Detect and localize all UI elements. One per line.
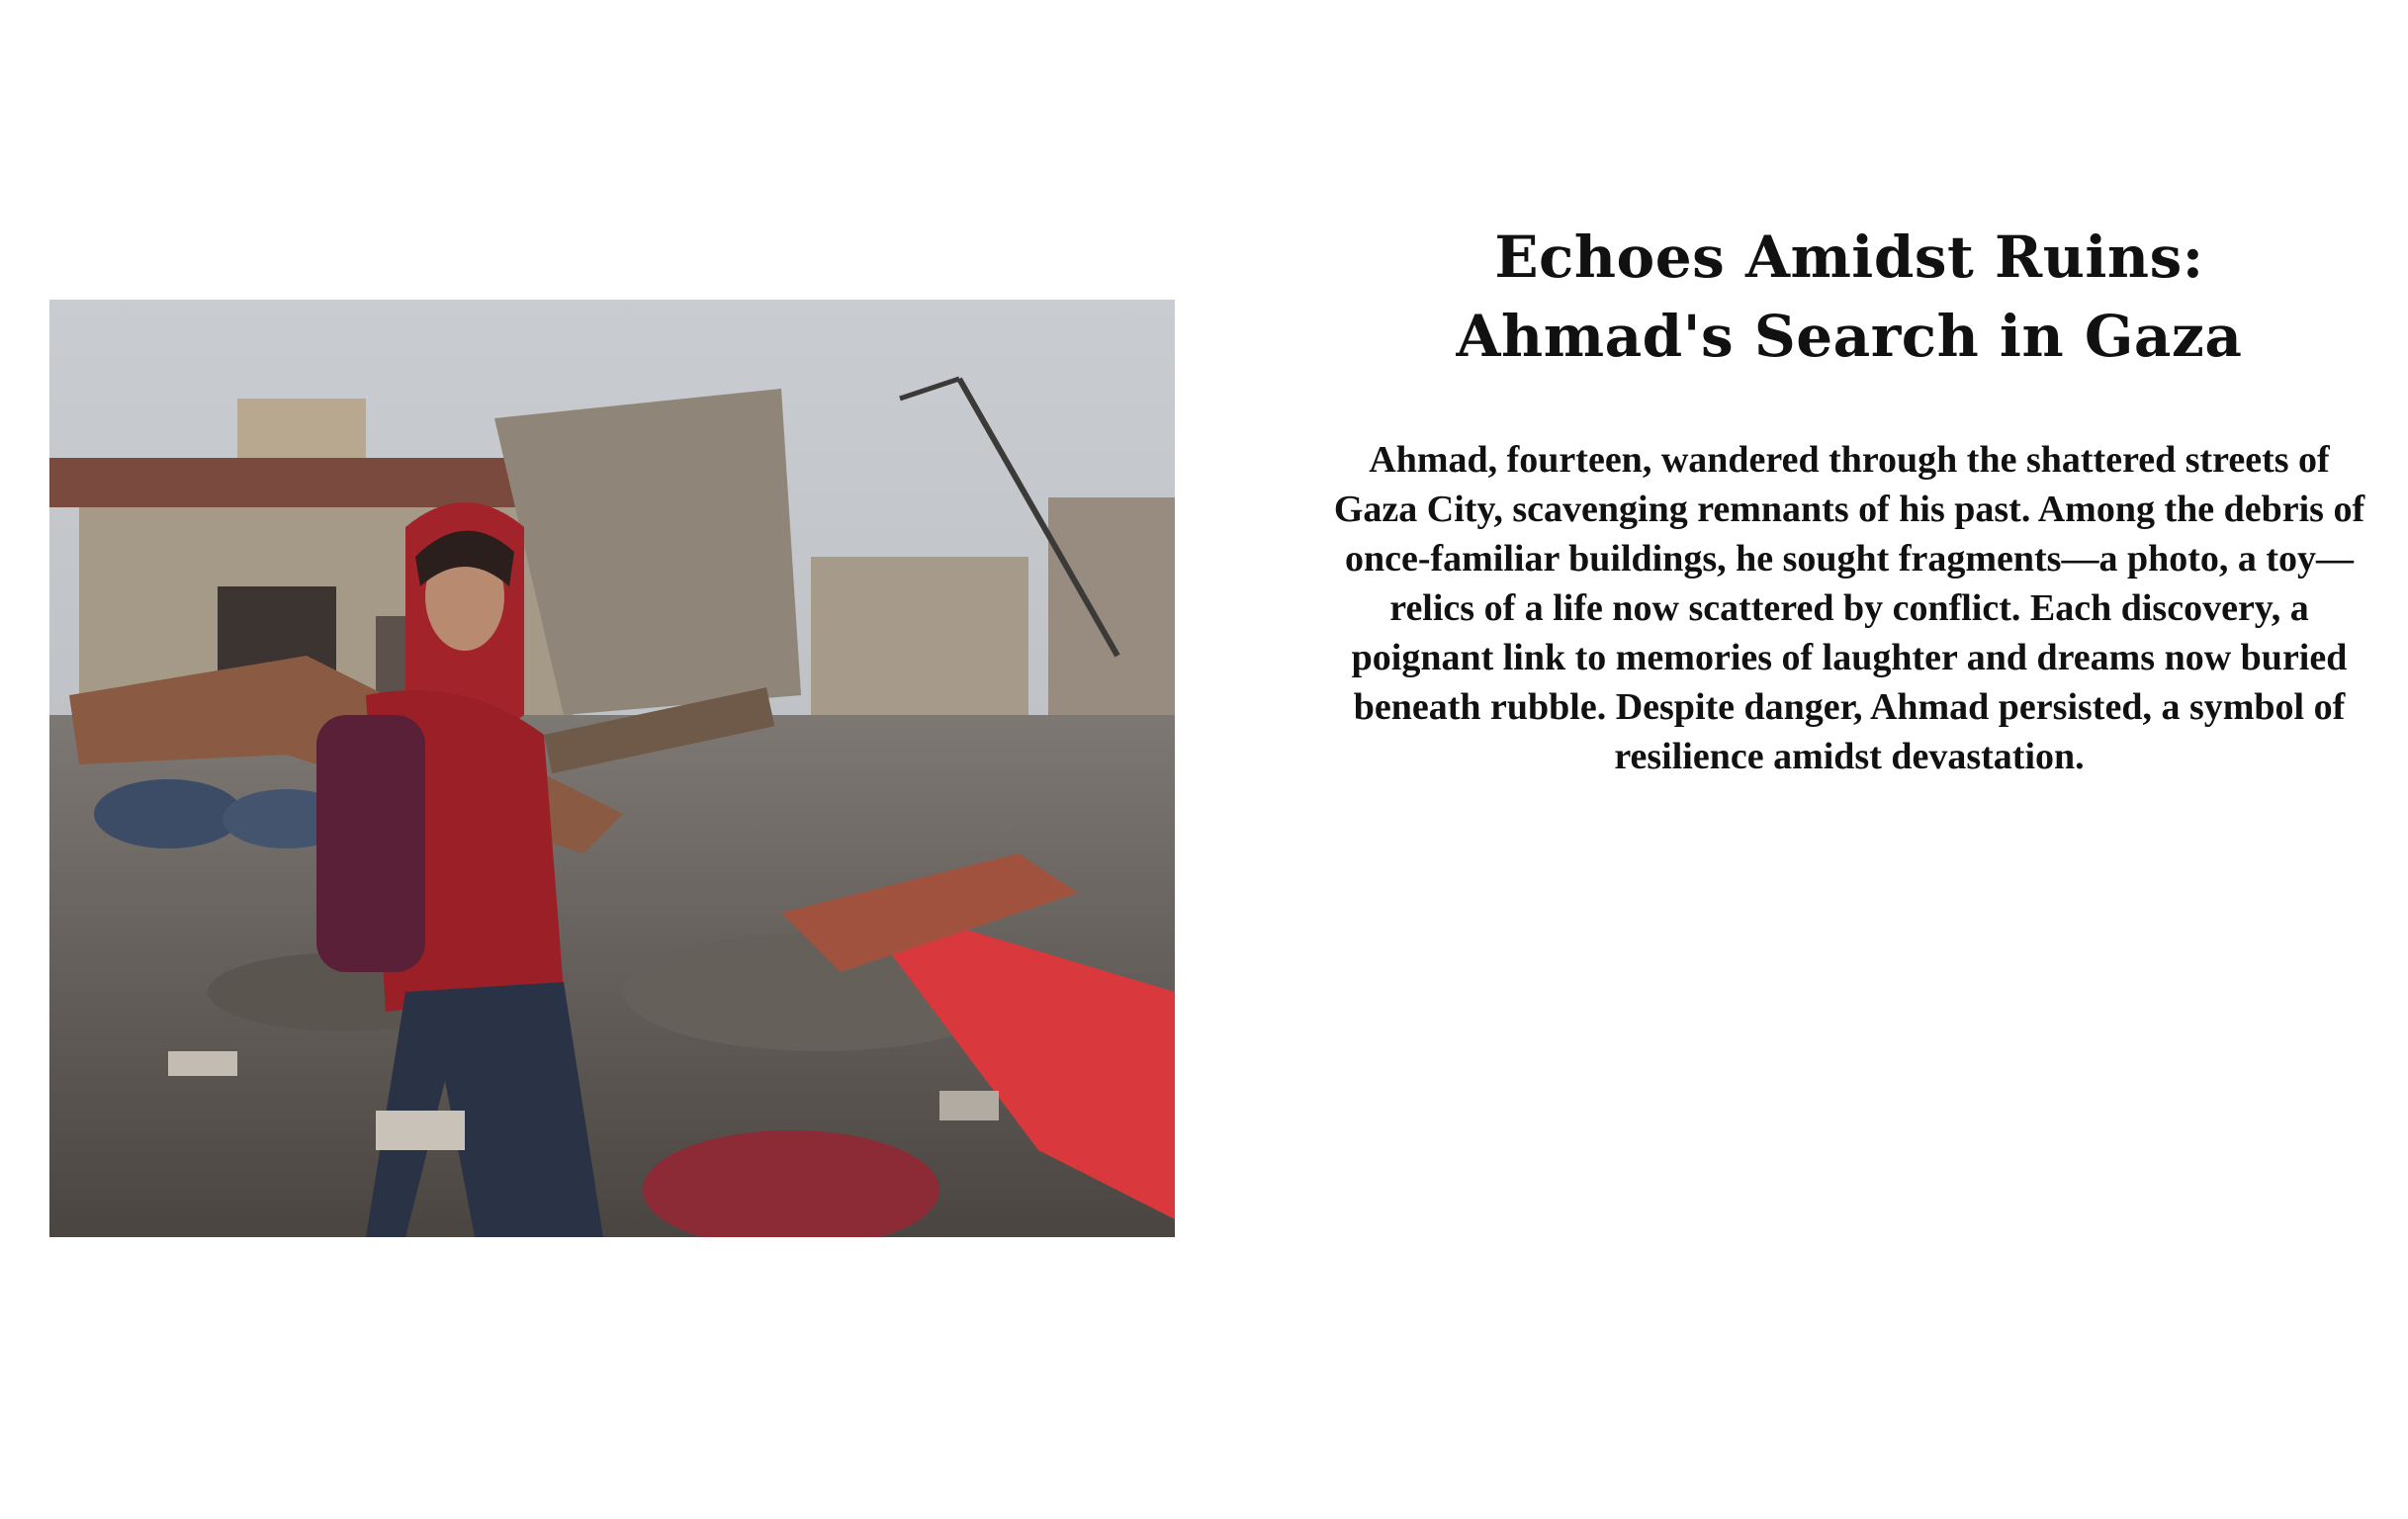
- article-text-panel: Echoes Amidst Ruins: Ahmad's Search in G…: [1325, 218, 2373, 781]
- title-line-2: Ahmad's Search in Gaza: [1456, 303, 2243, 370]
- article-photo: [49, 300, 1175, 1237]
- title-line-1: Echoes Amidst Ruins:: [1494, 223, 2204, 291]
- article-body: Ahmad, fourteen, wandered through the sh…: [1333, 439, 2365, 777]
- article-title: Echoes Amidst Ruins: Ahmad's Search in G…: [1325, 218, 2373, 376]
